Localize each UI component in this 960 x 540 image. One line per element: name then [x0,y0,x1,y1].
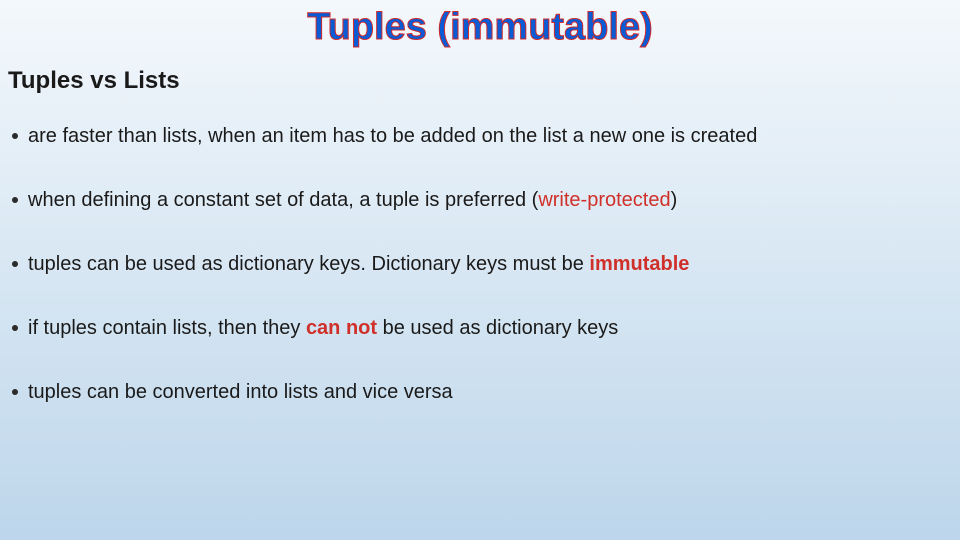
slide-subheading: Tuples vs Lists [8,67,960,95]
bullet-icon [12,197,18,203]
list-item: tuples can be converted into lists and v… [12,379,948,405]
bullet-icon [12,325,18,331]
text-fragment: if tuples contain lists, then they [28,317,306,339]
bullet-text: if tuples contain lists, then they can n… [28,315,948,341]
bullet-text: tuples can be used as dictionary keys. D… [28,251,948,277]
bullet-text: when defining a constant set of data, a … [28,187,948,213]
text-fragment: tuples can be used as dictionary keys. D… [28,253,589,275]
slide: Tuples (immutable) Tuples vs Lists are f… [0,0,960,540]
text-fragment: when defining a constant set of data, a … [28,189,538,211]
list-item: if tuples contain lists, then they can n… [12,315,948,341]
bullet-icon [12,261,18,267]
bullet-text: are faster than lists, when an item has … [28,123,948,149]
list-item: tuples can be used as dictionary keys. D… [12,251,948,277]
text-fragment: ) [671,189,678,211]
bullet-icon [12,133,18,139]
slide-title: Tuples (immutable) [0,6,960,49]
bullet-icon [12,389,18,395]
list-item: when defining a constant set of data, a … [12,187,948,213]
highlight-text: can not [306,317,377,339]
text-fragment: be used as dictionary keys [377,317,618,339]
highlight-text: immutable [589,253,689,275]
bullet-list: are faster than lists, when an item has … [0,123,960,405]
highlight-text: write-protected [538,189,670,211]
list-item: are faster than lists, when an item has … [12,123,948,149]
bullet-text: tuples can be converted into lists and v… [28,379,948,405]
